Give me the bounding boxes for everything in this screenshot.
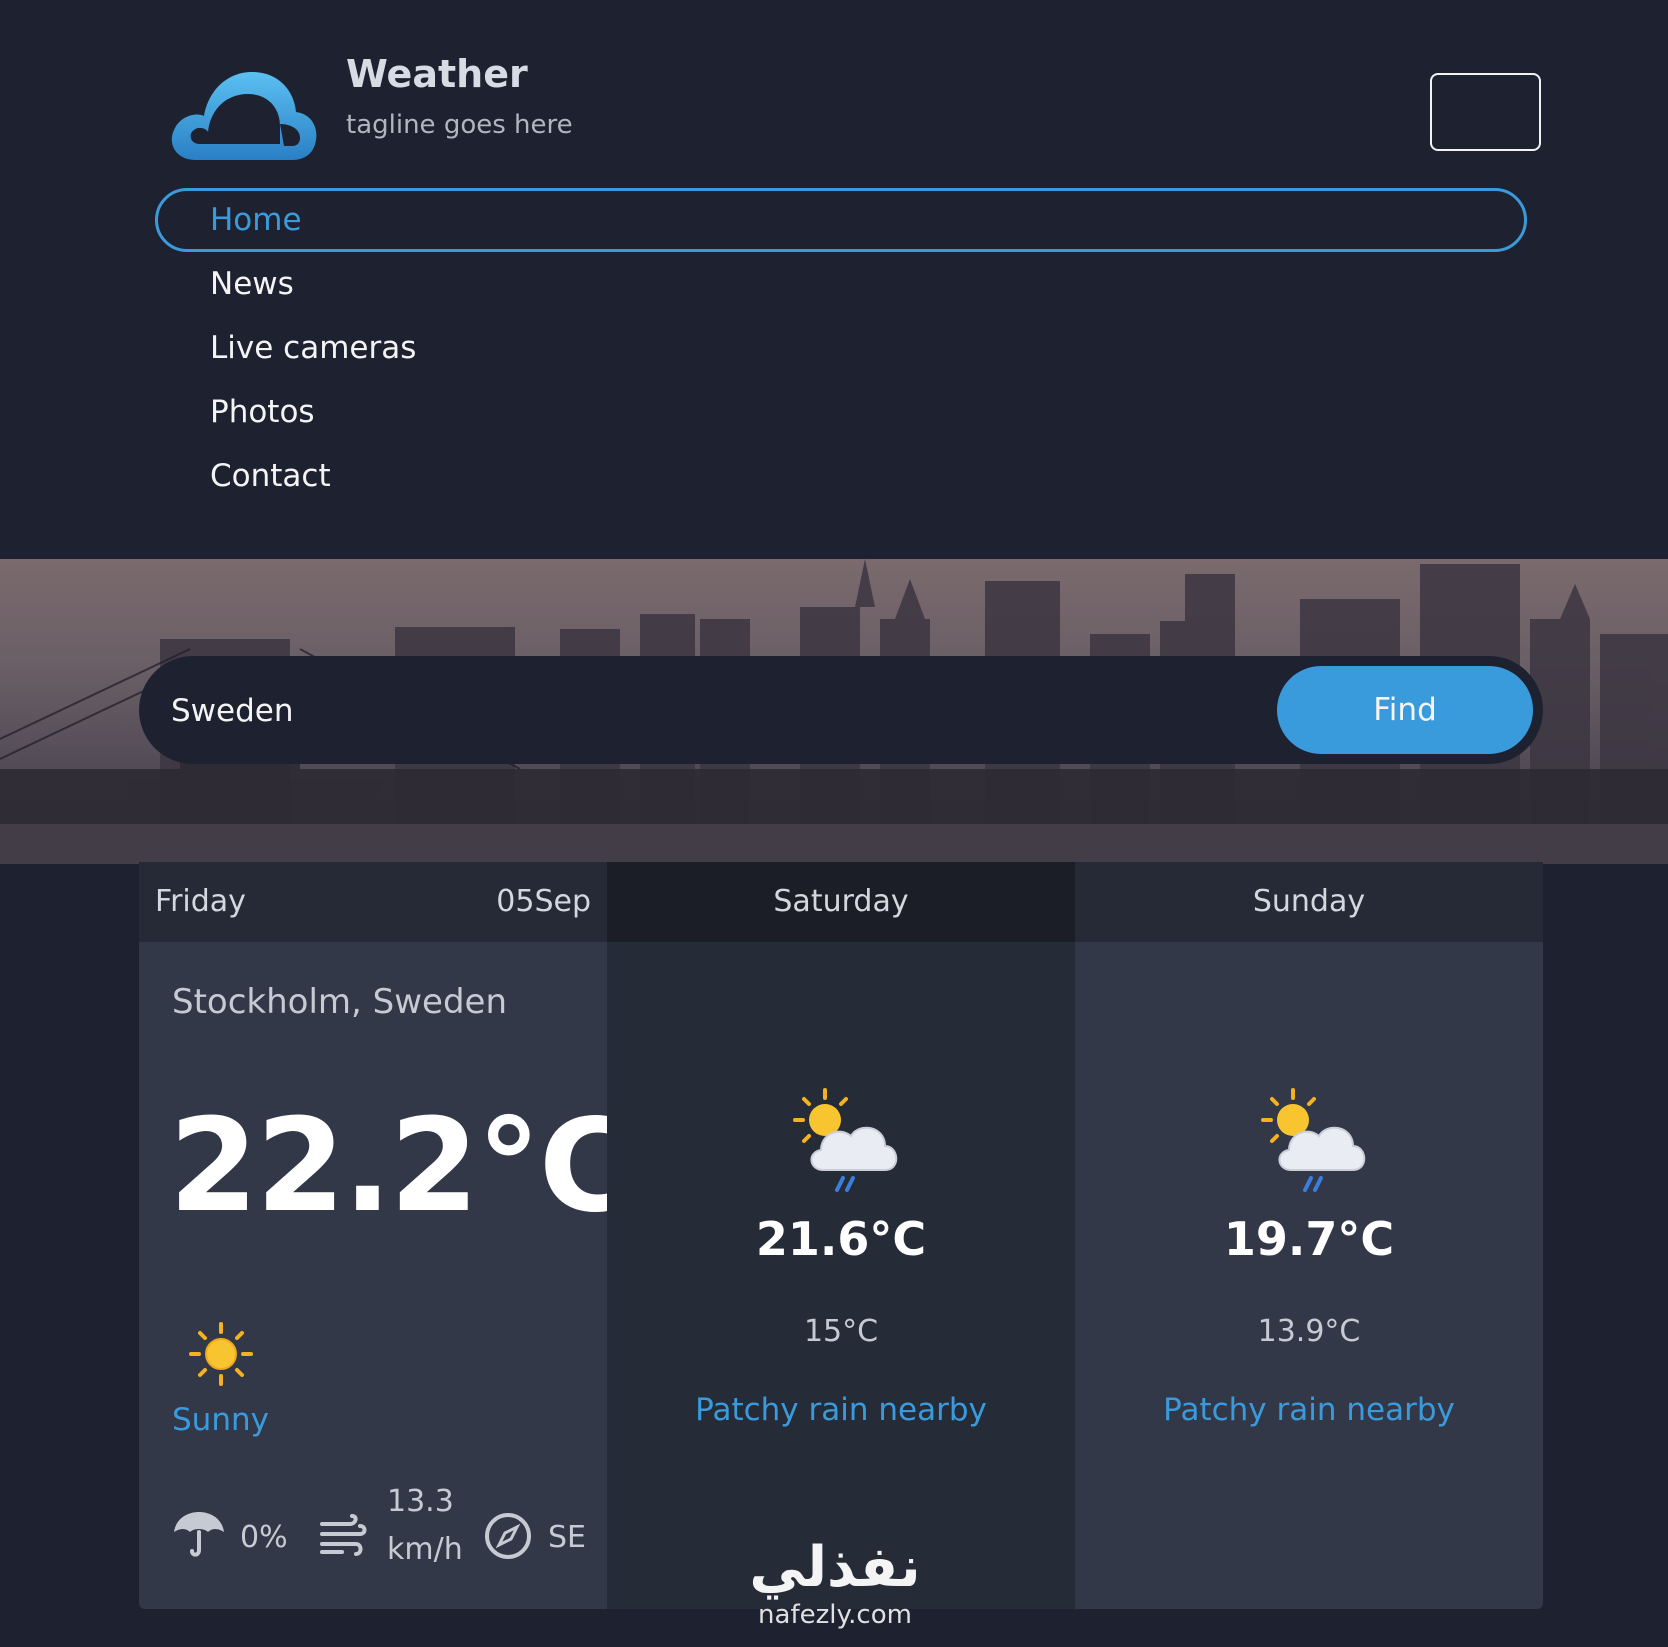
search-input[interactable] xyxy=(169,680,1253,742)
compass-icon xyxy=(485,1513,531,1559)
current-temperature: 22.2°C xyxy=(169,1092,633,1241)
brand-title[interactable]: Weather xyxy=(346,52,528,96)
forecast-day-header: Sunday xyxy=(1075,862,1543,942)
forecast-day-saturday: Saturday 21.6°C 15°C Patchy rain nearby xyxy=(607,862,1075,1609)
watermark-logo: نفذلي nafezly.com xyxy=(730,1535,940,1631)
day-condition: Patchy rain nearby xyxy=(695,1392,987,1428)
nav-item-contact[interactable]: Contact xyxy=(155,444,1527,508)
sun-icon xyxy=(189,1322,253,1386)
today-stats: 0% 13.3 km/h SE xyxy=(172,1482,602,1592)
min-temperature: 15°C xyxy=(803,1314,879,1349)
find-button[interactable]: Find xyxy=(1277,666,1533,754)
nav-item-news[interactable]: News xyxy=(155,252,1527,316)
today-condition: Sunny xyxy=(172,1402,269,1438)
nav-item-photos[interactable]: Photos xyxy=(155,380,1527,444)
site-header: Weather tagline goes here Home News Live… xyxy=(0,0,1668,559)
brand-tagline: tagline goes here xyxy=(346,110,573,140)
wind-speed-value: 13.3 xyxy=(387,1484,454,1519)
main-navigation: Home News Live cameras Photos Contact xyxy=(155,188,1527,508)
wind-icon xyxy=(320,1514,367,1556)
nav-item-home[interactable]: Home xyxy=(155,188,1527,252)
forecast-panel: Friday 05Sep Stockholm, Sweden 22.2°C Su… xyxy=(139,862,1543,1609)
rain-chance: 0% xyxy=(240,1520,288,1555)
forecast-day-sunday: Sunday 19.7°C 13.9°C Patchy rain nearby xyxy=(1075,862,1543,1609)
watermark-arabic: نفذلي xyxy=(749,1535,921,1600)
watermark-url: nafezly.com xyxy=(758,1600,912,1630)
sun-cloud-rain-icon xyxy=(793,1088,898,1192)
wind-speed-unit: km/h xyxy=(387,1532,463,1567)
search-form: Find xyxy=(139,656,1543,764)
location-name: Stockholm, Sweden xyxy=(172,982,507,1022)
day-condition: Patchy rain nearby xyxy=(1163,1392,1455,1428)
forecast-day-header: Saturday xyxy=(607,862,1075,942)
wind-direction: SE xyxy=(548,1520,586,1555)
cloud-icon[interactable] xyxy=(168,68,318,164)
forecast-today: Friday 05Sep Stockholm, Sweden 22.2°C Su… xyxy=(139,862,633,1609)
forecast-today-header: Friday 05Sep xyxy=(139,862,607,942)
menu-toggle-button[interactable] xyxy=(1430,73,1541,151)
today-day-label: Friday xyxy=(155,884,246,919)
today-date-label: 05Sep xyxy=(496,884,591,919)
umbrella-icon xyxy=(174,1512,224,1557)
sun-cloud-rain-icon xyxy=(1261,1088,1366,1192)
nav-item-live-cameras[interactable]: Live cameras xyxy=(155,316,1527,380)
max-temperature: 19.7°C xyxy=(1223,1212,1395,1266)
max-temperature: 21.6°C xyxy=(755,1212,927,1266)
min-temperature: 13.9°C xyxy=(1257,1314,1361,1349)
